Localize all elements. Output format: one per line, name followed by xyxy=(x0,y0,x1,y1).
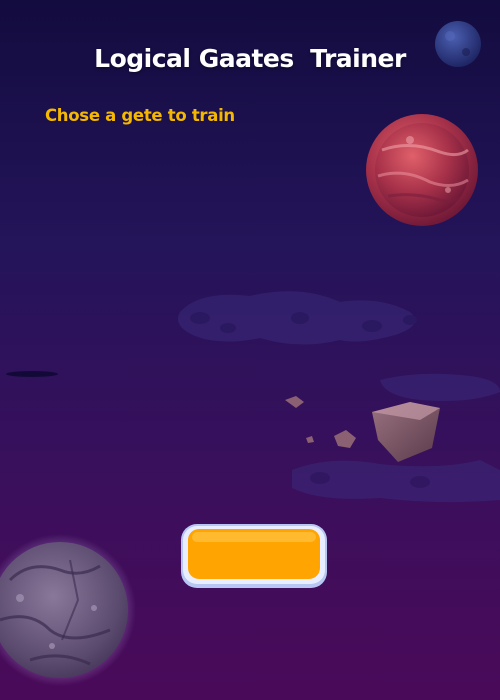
game-scene: Logical Gaates Trainer Chose a gete to t… xyxy=(0,0,500,700)
shadow-streak xyxy=(6,371,58,377)
tiny-asteroid-icon xyxy=(285,396,314,443)
large-asteroid-icon xyxy=(372,402,440,462)
start-button-label xyxy=(178,520,330,588)
space-background xyxy=(0,21,500,686)
small-asteroid-icon xyxy=(334,430,356,448)
start-button[interactable] xyxy=(178,520,330,592)
red-planet-icon xyxy=(366,114,478,226)
space-cloud-icon xyxy=(177,291,500,503)
instruction-text: Chose a gete to train xyxy=(45,106,235,125)
grey-planet-icon xyxy=(0,534,136,686)
page-title: Logical Gaates Trainer xyxy=(94,44,406,73)
